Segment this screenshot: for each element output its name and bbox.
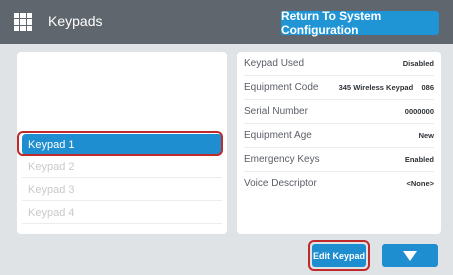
property-row-emergency-keys: Emergency Keys Enabled: [244, 148, 434, 172]
property-label: Serial Number: [244, 106, 308, 117]
property-value: Enabled: [404, 155, 434, 164]
property-label: Equipment Age: [244, 130, 312, 141]
property-row-serial-number: Serial Number 0000000: [244, 100, 434, 124]
property-row-voice-descriptor: Voice Descriptor <None>: [244, 172, 434, 195]
property-row-equipment-code: Equipment Code 345 Wireless Keypad 086: [244, 76, 434, 100]
property-row-keypad-used: Keypad Used Disabled: [244, 52, 434, 76]
keypad-item-3[interactable]: Keypad 3: [22, 180, 222, 201]
property-value: 0000000: [404, 107, 434, 116]
property-value: New: [418, 131, 434, 140]
property-value: <None>: [406, 179, 434, 188]
property-label: Equipment Code: [244, 82, 319, 93]
keypad-properties-panel: Keypad Used Disabled Equipment Code 345 …: [237, 52, 441, 234]
chevron-down-icon: [403, 250, 417, 261]
keypad-item-2[interactable]: Keypad 2: [22, 157, 222, 178]
property-label: Emergency Keys: [244, 154, 320, 165]
scroll-down-button[interactable]: [382, 244, 438, 267]
page-title: Keypads: [48, 13, 103, 29]
property-label: Keypad Used: [244, 58, 305, 69]
keypad-item-1[interactable]: Keypad 1: [22, 134, 222, 155]
keypads-screen: Keypads Return To System Configuration K…: [0, 0, 453, 275]
property-value: Disabled: [402, 59, 434, 68]
property-row-equipment-age: Equipment Age New: [244, 124, 434, 148]
grid-icon: [14, 13, 32, 31]
return-to-system-configuration-button[interactable]: Return To System Configuration: [281, 9, 439, 37]
property-value: 345 Wireless Keypad 086: [338, 83, 434, 92]
top-bar: Keypads Return To System Configuration: [0, 0, 453, 44]
keypad-item-4[interactable]: Keypad 4: [22, 203, 222, 224]
property-label: Voice Descriptor: [244, 178, 317, 189]
edit-keypad-button[interactable]: Edit Keypad: [312, 244, 366, 267]
keypad-list: Keypad 1 Keypad 2 Keypad 3 Keypad 4: [17, 52, 227, 234]
